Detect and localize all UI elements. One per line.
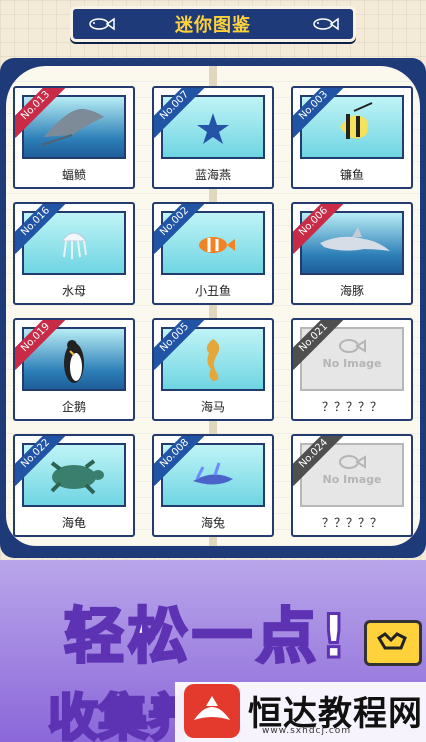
card-name: 蓝海燕 <box>194 168 231 182</box>
card-name: 海兔 <box>200 516 225 530</box>
card-name: 海龟 <box>61 516 86 530</box>
card-name: 海豚 <box>339 284 364 298</box>
card-name: 海马 <box>200 400 225 414</box>
page-title: 迷你图鉴 <box>175 15 251 36</box>
watermark-url: www.sxhdcj.com <box>262 726 352 736</box>
collection-card[interactable]: No.006 海豚 <box>291 202 413 305</box>
no-image-label: No Image <box>322 357 382 370</box>
card-name: 企鹅 <box>61 400 86 414</box>
collection-card[interactable]: No.002 小丑鱼 <box>152 202 274 305</box>
collection-card[interactable]: No.019 企鹅 <box>13 318 135 421</box>
collection-card[interactable]: No.003 镰鱼 <box>291 86 413 189</box>
title-banner: 迷你图鉴 <box>70 6 356 42</box>
no-image-label: No Image <box>322 473 382 486</box>
card-name: 蝠鲼 <box>61 168 86 182</box>
fish-icon <box>89 17 115 31</box>
collection-card[interactable]: No Image No.021？？？？？ <box>291 318 413 421</box>
watermark-logo <box>184 684 240 738</box>
bear-icon <box>376 632 407 650</box>
collection-card[interactable]: No.008 海兔 <box>152 434 274 537</box>
card-name: 镰鱼 <box>339 168 364 182</box>
card-name: ？？？？？ <box>321 516 382 530</box>
no-image-icon <box>339 339 366 353</box>
card-name: 水母 <box>61 284 86 298</box>
collection-card[interactable]: No.022 海龟 <box>13 434 135 537</box>
collection-card[interactable]: No Image No.024？？？？？ <box>291 434 413 537</box>
fish-icon <box>313 17 339 31</box>
collection-card[interactable]: No.016 水母 <box>13 202 135 305</box>
collection-grid: No.013 蝠鲼 No.007 蓝海燕 No.003 镰鱼 No.016 水母 No.002 小… <box>13 86 413 537</box>
card-name: ？？？？？ <box>321 400 382 414</box>
bear-icon-button[interactable] <box>364 620 422 666</box>
collection-card[interactable]: No.007 蓝海燕 <box>152 86 274 189</box>
no-image-icon <box>339 455 366 469</box>
promo-headline: 轻松一点! <box>62 601 352 674</box>
hat-icon <box>194 696 230 720</box>
collection-card[interactable]: No.005 海马 <box>152 318 274 421</box>
card-name: 小丑鱼 <box>194 284 231 298</box>
collection-card[interactable]: No.013 蝠鲼 <box>13 86 135 189</box>
